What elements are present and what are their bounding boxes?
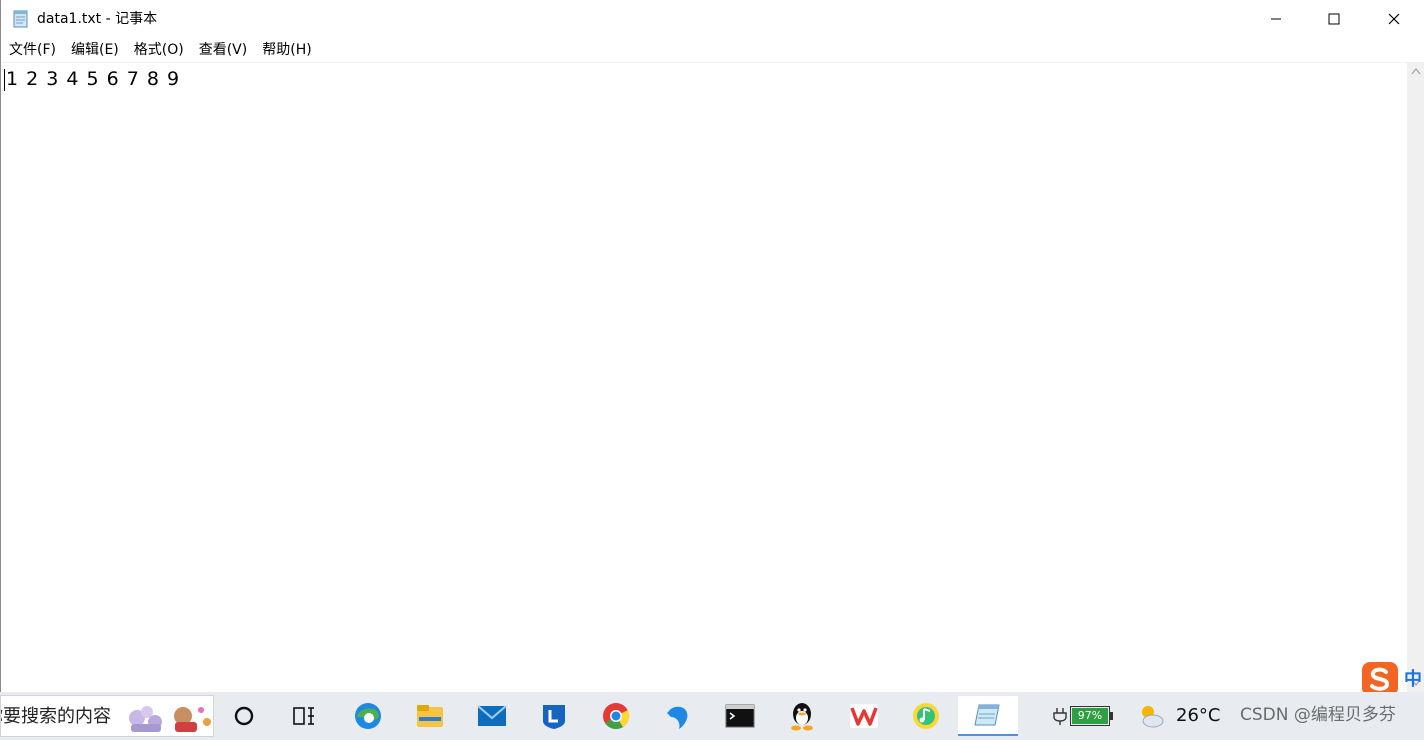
taskbar-mail[interactable] <box>470 696 514 736</box>
notepad-app-icon <box>13 10 28 28</box>
title-bar[interactable]: data1.txt - 记事本 <box>1 0 1424 38</box>
chrome-icon <box>603 703 630 730</box>
maximize-icon <box>1328 13 1340 25</box>
lenovo-icon <box>543 705 565 729</box>
menu-help[interactable]: 帮助(H) <box>254 38 318 62</box>
menu-format[interactable]: 格式(O) <box>126 38 191 62</box>
qq-music-icon <box>913 703 939 729</box>
taskbar-qq-music[interactable] <box>904 696 948 736</box>
qq-icon <box>791 703 813 731</box>
chevron-up-icon <box>1411 68 1421 75</box>
taskbar-notepad[interactable] <box>958 696 1018 736</box>
minimize-button[interactable] <box>1247 0 1305 38</box>
search-highlight-image <box>129 706 211 732</box>
battery-tip <box>1110 712 1113 720</box>
ime-language-indicator[interactable]: 中 <box>1404 668 1422 692</box>
taskbar-qq[interactable] <box>780 696 824 736</box>
cortana-icon <box>234 706 254 726</box>
taskbar: 在这里输入你要搜索的内容 <box>0 692 1424 740</box>
editor-content[interactable]: 1 2 3 4 5 6 7 8 9 <box>6 67 180 91</box>
cortana-button[interactable] <box>222 696 266 736</box>
text-caret <box>4 69 5 91</box>
taskbar-wps[interactable] <box>842 696 886 736</box>
taskbar-terminal[interactable] <box>718 696 762 736</box>
minimize-icon <box>1271 18 1281 20</box>
taskbar-edge[interactable] <box>346 696 390 736</box>
battery-percent: 97% <box>1072 708 1108 724</box>
edge-icon <box>355 703 381 729</box>
text-editor[interactable]: 1 2 3 4 5 6 7 8 9 <box>2 62 1407 693</box>
close-icon <box>1388 13 1400 25</box>
taskbar-dolphin[interactable] <box>656 696 700 736</box>
wps-icon <box>850 704 878 728</box>
scroll-up-button[interactable] <box>1407 62 1424 80</box>
notepad-window: data1.txt - 记事本 文件(F) 编辑(E) 格式(O) 查看(V) … <box>0 0 1424 693</box>
window-title: data1.txt - 记事本 <box>37 11 158 27</box>
terminal-icon <box>725 704 755 728</box>
notepad-icon <box>974 704 1000 726</box>
battery-indicator[interactable]: 97% <box>1052 706 1114 726</box>
taskbar-chrome[interactable] <box>594 696 638 736</box>
vertical-scrollbar[interactable] <box>1407 62 1424 692</box>
taskbar-search-box[interactable]: 在这里输入你要搜索的内容 <box>0 695 214 737</box>
weather-partly-cloudy-icon[interactable] <box>1136 702 1166 730</box>
file-explorer-icon <box>417 705 443 727</box>
close-button[interactable] <box>1365 0 1423 38</box>
dolphin-icon <box>667 706 688 729</box>
menu-view[interactable]: 查看(V) <box>191 38 255 62</box>
task-view-button[interactable] <box>282 696 326 736</box>
power-plug-icon <box>1053 708 1067 725</box>
menu-edit[interactable]: 编辑(E) <box>63 38 126 62</box>
csdn-watermark: CSDN @编程贝多芬 <box>1240 705 1396 725</box>
temperature-readout[interactable]: 26°C <box>1176 704 1220 728</box>
mail-icon <box>477 705 507 726</box>
search-placeholder: 在这里输入你要搜索的内容 <box>1 706 111 727</box>
maximize-button[interactable] <box>1305 0 1363 38</box>
task-view-icon <box>293 707 314 725</box>
taskbar-file-explorer[interactable] <box>408 696 452 736</box>
menu-bar: 文件(F) 编辑(E) 格式(O) 查看(V) 帮助(H) <box>1 38 1424 62</box>
menu-file[interactable]: 文件(F) <box>1 38 63 62</box>
taskbar-lenovo[interactable] <box>532 696 576 736</box>
